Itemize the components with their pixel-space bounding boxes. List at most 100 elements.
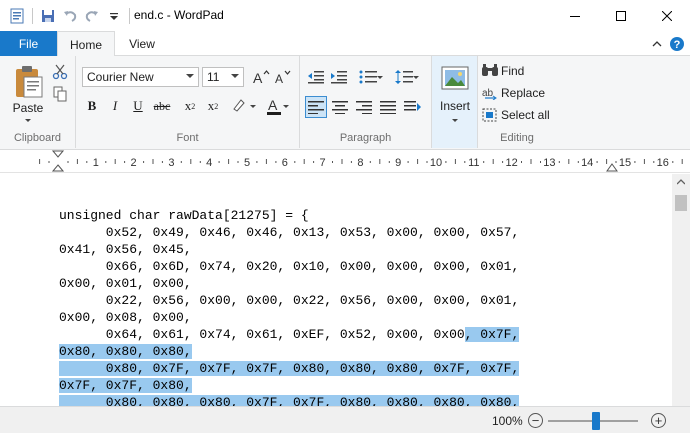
ruler-number: 1 xyxy=(93,157,99,169)
editing-group: Find ab Replace Select all Editing xyxy=(478,56,556,148)
scroll-up-icon[interactable] xyxy=(677,179,685,185)
chevron-down-icon xyxy=(413,75,419,79)
ruler-number: 10 xyxy=(430,157,442,169)
document-line: 0x22, 0x56, 0x00, 0x00, 0x22, 0x56, 0x00… xyxy=(59,292,519,309)
paste-button[interactable]: Paste xyxy=(10,60,46,126)
ruler-tick xyxy=(265,159,267,164)
find-button[interactable]: Find xyxy=(482,61,524,81)
line-text: 0x00, 0x08, 0x00, xyxy=(59,310,192,325)
ruler-number: 8 xyxy=(357,157,363,169)
tab-view[interactable]: View xyxy=(118,31,166,56)
ruler-number: 11 xyxy=(468,157,479,169)
ruler-number: 9 xyxy=(395,157,401,169)
replace-button[interactable]: ab Replace xyxy=(482,83,545,103)
clipboard-group-label: Clipboard xyxy=(13,132,62,144)
strikethrough-icon[interactable]: abc xyxy=(152,96,172,116)
document-area[interactable]: unsigned char rawData[21275] = { 0x52, 0… xyxy=(0,174,672,406)
vertical-scrollbar[interactable] xyxy=(672,174,690,406)
font-color-icon[interactable]: A xyxy=(262,96,292,116)
subscript-icon[interactable]: x2 xyxy=(180,96,200,116)
find-icon xyxy=(482,64,498,76)
paragraph-icon[interactable] xyxy=(402,96,424,118)
font-group-label: Font xyxy=(176,132,199,144)
ruler-tick xyxy=(294,161,296,163)
ruler-tick xyxy=(407,161,409,163)
ruler-tick xyxy=(161,161,163,163)
minimize-icon[interactable] xyxy=(552,0,598,31)
justify-icon[interactable] xyxy=(377,96,399,118)
copy-icon[interactable] xyxy=(50,84,70,104)
zoom-in-icon[interactable]: + xyxy=(651,413,666,428)
ruler-tick xyxy=(417,159,419,164)
help-icon[interactable]: ? xyxy=(668,35,686,53)
ruler-tick xyxy=(199,161,201,163)
align-right-icon[interactable] xyxy=(353,96,375,118)
ruler-tick xyxy=(275,161,277,163)
close-icon[interactable] xyxy=(644,0,690,31)
maximize-icon[interactable] xyxy=(598,0,644,31)
shrink-font-icon[interactable]: A xyxy=(273,67,293,87)
ruler-tick xyxy=(313,161,315,163)
select-all-button[interactable]: Select all xyxy=(482,105,550,125)
italic-icon[interactable]: I xyxy=(105,96,125,116)
window-title: end.c - WordPad xyxy=(134,8,224,22)
highlight-icon[interactable] xyxy=(229,96,257,116)
document-line: 0x80, 0x80, 0x80, 0x7F, 0x7F, 0x80, 0x80… xyxy=(59,394,520,406)
align-center-icon[interactable] xyxy=(329,96,351,118)
right-indent-marker[interactable] xyxy=(606,163,618,173)
ruler-tick xyxy=(143,161,145,163)
ruler-tick xyxy=(39,159,41,164)
grow-font-icon[interactable]: A xyxy=(251,67,271,87)
decrease-indent-icon[interactable] xyxy=(306,67,326,87)
line-text: 0x66, 0x6D, 0x74, 0x20, 0x10, 0x00, 0x00… xyxy=(59,259,520,274)
scrollbar-thumb[interactable] xyxy=(675,195,687,211)
font-family-select[interactable]: Courier New xyxy=(82,67,199,87)
ruler-tick xyxy=(237,161,239,163)
ruler-tick xyxy=(303,159,305,164)
ruler-tick xyxy=(558,161,560,163)
ruler-tick xyxy=(180,161,182,163)
ruler-tick xyxy=(568,159,570,164)
redo-icon[interactable] xyxy=(81,5,103,27)
svg-text:A: A xyxy=(268,97,278,113)
bold-icon[interactable]: B xyxy=(82,96,102,116)
chevron-down-icon xyxy=(231,74,239,78)
cut-icon[interactable] xyxy=(50,62,70,82)
svg-text:A: A xyxy=(275,72,283,85)
insert-button[interactable]: Insert xyxy=(435,60,475,126)
ruler-tick xyxy=(426,161,428,163)
paste-label: Paste xyxy=(12,100,44,115)
ruler[interactable]: 1 2 3 4 5 6 7 8 9 10 11 12 13 14 15 16 xyxy=(0,150,690,173)
ruler-tick xyxy=(152,159,154,164)
ruler-tick xyxy=(341,159,343,164)
document-line: unsigned char rawData[21275] = { xyxy=(59,207,519,224)
collapse-ribbon-icon[interactable] xyxy=(648,35,666,53)
zoom-slider-thumb[interactable] xyxy=(592,412,600,430)
superscript-icon[interactable]: x2 xyxy=(203,96,223,116)
first-line-indent-marker[interactable] xyxy=(52,150,64,173)
ruler-tick xyxy=(388,161,390,163)
line-spacing-icon[interactable] xyxy=(392,67,422,87)
window-controls xyxy=(552,0,690,31)
increase-indent-icon[interactable] xyxy=(329,67,349,87)
customize-qat-icon[interactable] xyxy=(103,5,125,27)
wordpad-app-icon[interactable] xyxy=(6,5,28,27)
tab-home[interactable]: Home xyxy=(57,31,115,57)
ruler-tick xyxy=(483,161,485,163)
bullets-icon[interactable] xyxy=(356,67,386,87)
ruler-tick xyxy=(634,161,636,163)
zoom-out-icon[interactable]: − xyxy=(528,413,543,428)
selected-text: 0x80, 0x80, 0x80, xyxy=(59,344,192,359)
tab-file[interactable]: File xyxy=(0,31,57,56)
save-icon[interactable] xyxy=(37,5,59,27)
zoom-level: 100% xyxy=(492,414,523,428)
font-size-select[interactable]: 11 xyxy=(202,67,244,87)
ruler-number: 4 xyxy=(206,157,212,169)
ribbon-tabs: File Home View ? xyxy=(0,31,690,57)
document-text[interactable]: unsigned char rawData[21275] = { 0x52, 0… xyxy=(59,207,520,406)
align-left-icon[interactable] xyxy=(305,96,327,118)
chevron-down-icon xyxy=(283,104,289,108)
insert-picture-icon xyxy=(441,66,469,89)
undo-icon[interactable] xyxy=(59,5,81,27)
underline-icon[interactable]: U xyxy=(128,96,148,116)
